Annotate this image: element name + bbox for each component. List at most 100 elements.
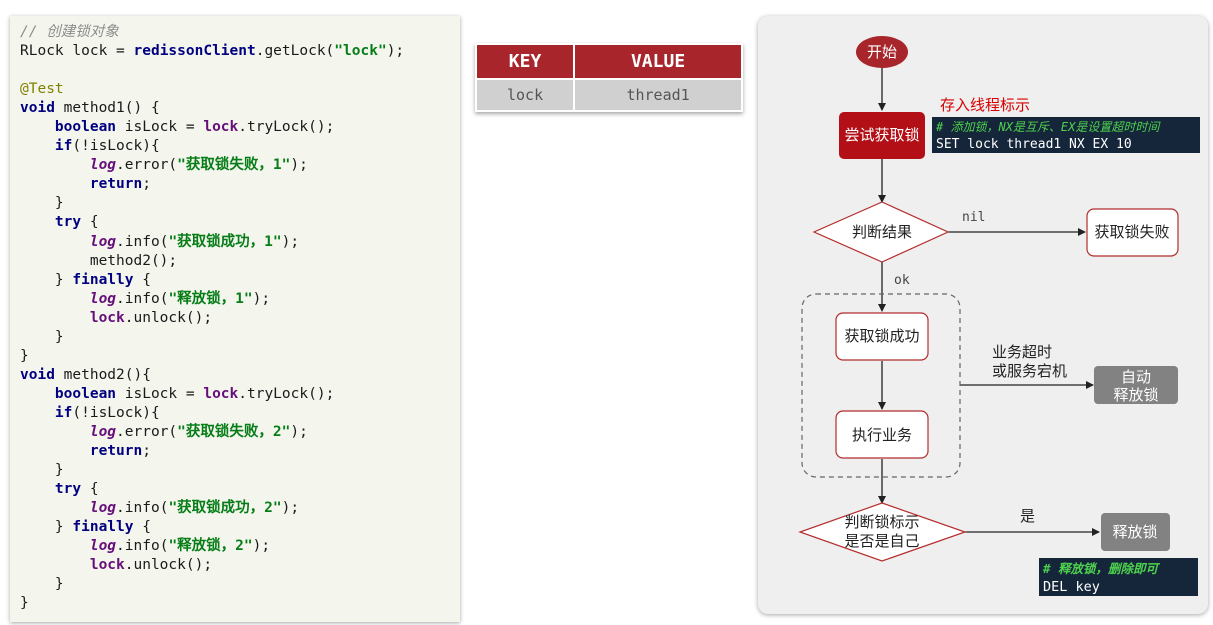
redis-kv-table: KEY VALUE lock thread1 [474,43,743,112]
code-token: lock [203,385,239,402]
code-token: .tryLock(); [238,385,335,402]
code-token: method2(){ [54,366,151,383]
code-token: @Test [20,81,64,98]
judge-result-label: 判断结果 [852,223,912,241]
code-token: } [20,462,64,479]
code-token: "释放锁，2" [168,538,253,555]
code-token: .getLock( [255,43,335,60]
auto-release-line2: 释放锁 [1113,386,1158,404]
execute-node: 执行业务 [835,410,929,459]
code-line: log.info("释放锁，2"); [20,537,404,556]
code-line: try { [20,480,404,499]
code-line: } [20,328,404,347]
code-token: "获取锁成功，1" [168,233,282,250]
code-panel: // 创建锁对象 RLock lock = redissonClient.getL… [10,16,460,622]
code-token: .error( [116,423,178,440]
code-line: lock.unlock(); [20,556,404,575]
set-command: SET lock thread1 NX EX 10 [936,137,1132,152]
try-lock-label: 尝试获取锁 [844,126,919,144]
code-line: } [20,594,404,613]
code-token: (!isLock){ [72,404,160,421]
code-token: ); [290,157,308,174]
value-header: VALUE [573,43,743,80]
code-token: finally [72,271,134,288]
code-token: log [89,233,117,250]
code-token: isLock = [116,385,204,402]
start-label: 开始 [867,43,897,61]
code-token: try [54,481,82,498]
yes-label: 是 [1020,507,1035,525]
flowchart: 开始 尝试获取锁 存入线程标示 # 添加锁，NX是互斥、EX是设置超时时间 SE… [798,36,1200,596]
code-token: method1() { [54,100,160,117]
code-token: log [89,290,117,307]
code-token: boolean [54,119,117,136]
code-token: .error( [116,157,178,174]
code-line: } [20,575,404,594]
set-comment: # 添加锁，NX是互斥、EX是设置超时时间 [935,120,1161,134]
del-comment: # 释放锁，删除即可 [1042,561,1161,576]
code-line: } [20,194,404,213]
kv-header-row: KEY VALUE [474,43,743,80]
code-token: void [20,100,55,117]
code-token: lock [89,557,125,574]
execute-label: 执行业务 [852,426,912,444]
code-token: void [20,366,55,383]
code-token: .tryLock(); [238,119,335,136]
auto-release-node: 自动 释放锁 [1094,366,1178,404]
code-token: "lock" [334,43,387,60]
code-line: method2(); [20,252,404,271]
nil-label: nil [962,210,985,225]
code-line: RLock lock = redissonClient.getLock("loc… [20,42,404,61]
code-token: .unlock(); [124,309,213,326]
code-token: } [20,328,64,345]
code-token: method2(); [20,252,178,269]
success-label: 获取锁成功 [844,327,919,345]
start-node: 开始 [856,36,908,68]
fail-node: 获取锁失败 [1086,208,1179,257]
code-token: boolean [54,385,117,402]
code-line: } [20,461,404,480]
code-token: } [20,576,64,593]
code-line: // 创建锁对象 [20,23,404,42]
code-token: ); [386,43,405,60]
code-line: } [20,347,404,366]
code-token: finally [72,519,134,536]
timeout-line2: 或服务宕机 [992,362,1067,380]
code-token: log [89,500,117,517]
code-token: lock [203,119,239,136]
code-token: "获取锁成功，2" [168,500,282,517]
code-token: log [89,538,117,555]
code-line: if(!isLock){ [20,137,404,156]
code-token: } [20,195,64,212]
code-token: .info( [116,500,169,517]
code-token: .info( [116,538,169,555]
code-line: log.info("释放锁，1"); [20,290,404,309]
code-token: // 创建锁对象 [20,24,119,40]
key-header: KEY [474,43,576,80]
success-node: 获取锁成功 [835,312,929,361]
del-command: DEL key [1043,579,1100,595]
code-token: "获取锁失败，1" [177,157,291,174]
code-token: "获取锁失败，2" [177,423,291,440]
code-line: lock.unlock(); [20,309,404,328]
code-token: } [20,519,73,536]
code-line: boolean isLock = lock.tryLock(); [20,385,404,404]
key-cell: lock [474,78,576,112]
code-line: if(!isLock){ [20,404,404,423]
code-line: log.info("获取锁成功，2"); [20,499,404,518]
code-block: // 创建锁对象 RLock lock = redissonClient.getL… [20,23,404,613]
code-line: boolean isLock = lock.tryLock(); [20,118,404,137]
